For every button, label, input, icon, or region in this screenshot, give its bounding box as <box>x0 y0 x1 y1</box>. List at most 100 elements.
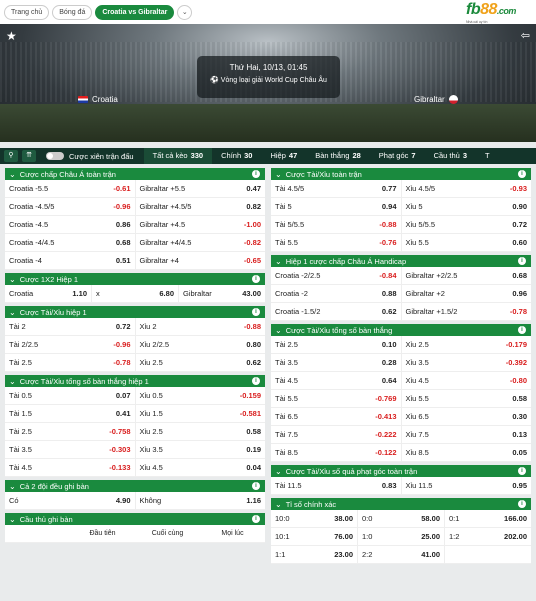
info-icon[interactable]: i <box>252 170 260 178</box>
crumb-football[interactable]: Bóng đá <box>52 4 93 20</box>
info-icon[interactable]: i <box>518 326 526 334</box>
odds-cell[interactable]: Tài 11.5 0.83 <box>271 477 402 494</box>
odds-cell[interactable]: 10:0 38.00 <box>271 510 358 527</box>
odds-cell[interactable]: Gibraltar +1.5/2 -0.78 <box>402 303 532 320</box>
market-panel-header[interactable]: Cược Tài/Xỉu hiệp 1i <box>5 306 265 318</box>
odds-cell[interactable]: Xỉu 8.5 0.05 <box>402 444 532 461</box>
odds-cell[interactable]: Tài 4.5/5 0.77 <box>271 180 402 197</box>
odds-cell[interactable]: Xỉu 0.5 -0.159 <box>136 387 266 404</box>
odds-cell[interactable]: Xỉu 11.5 0.95 <box>402 477 532 494</box>
market-panel-header[interactable]: Cược chấp Châu Á toàn trậni <box>5 168 265 180</box>
tab-0[interactable]: Tất cả kèo 330 <box>143 148 213 164</box>
odds-cell[interactable]: Xỉu 2.5 -0.179 <box>402 336 532 353</box>
market-panel-header[interactable]: Cược 1X2 Hiệp 1i <box>5 273 265 285</box>
odds-cell[interactable]: Gibraltar 43.00 <box>179 285 265 302</box>
tab-4[interactable]: Phạt góc 7 <box>370 148 425 164</box>
odds-cell[interactable]: Xỉu 4.5 -0.80 <box>402 372 532 389</box>
odds-cell[interactable]: Croatia -2/2.5 -0.84 <box>271 267 402 284</box>
info-icon[interactable]: i <box>252 515 260 523</box>
odds-cell[interactable]: Xỉu 3.5 0.19 <box>136 441 266 458</box>
market-panel-header[interactable]: Cầu thủ ghi bàni <box>5 513 265 525</box>
odds-cell[interactable]: Tài 0.5 0.07 <box>5 387 136 404</box>
odds-cell[interactable]: Tài 6.5 -0.413 <box>271 408 402 425</box>
odds-cell[interactable]: Gibraltar +4/4.5 -0.82 <box>136 234 266 251</box>
odds-cell[interactable]: Gibraltar +4 -0.65 <box>136 252 266 269</box>
odds-cell[interactable]: Tài 3.5 -0.303 <box>5 441 136 458</box>
odds-cell[interactable]: Tài 2.5 -0.758 <box>5 423 136 440</box>
info-icon[interactable]: i <box>518 257 526 265</box>
odds-cell[interactable]: Croatia -5.5 -0.61 <box>5 180 136 197</box>
odds-cell[interactable]: Xỉu 2/2.5 0.80 <box>136 336 266 353</box>
odds-cell[interactable]: Xỉu 1.5 -0.581 <box>136 405 266 422</box>
odds-cell[interactable]: Gibraltar +4.5/5 0.82 <box>136 198 266 215</box>
crumb-match[interactable]: Croatia vs Gibraltar <box>95 4 175 20</box>
market-panel-header[interactable]: Cược Tài/Xỉu tổng số bàn thắng hiệp 1i <box>5 375 265 387</box>
tab-5[interactable]: Cầu thủ 3 <box>425 148 476 164</box>
odds-cell[interactable]: Tài 2.5 0.10 <box>271 336 402 353</box>
odds-cell[interactable]: Tài 3.5 0.28 <box>271 354 402 371</box>
chevron-down-icon[interactable]: ⌄ <box>177 4 193 20</box>
parlay-toggle[interactable] <box>46 152 64 160</box>
tab-3[interactable]: Bàn thắng 28 <box>306 148 370 164</box>
odds-cell[interactable]: Tài 2 0.72 <box>5 318 136 335</box>
odds-cell[interactable]: Xỉu 5.5 0.60 <box>402 234 532 251</box>
info-icon[interactable]: i <box>518 500 526 508</box>
odds-cell[interactable]: Tài 2/2.5 -0.96 <box>5 336 136 353</box>
odds-cell[interactable]: Xỉu 7.5 0.13 <box>402 426 532 443</box>
odds-cell[interactable]: Tài 7.5 -0.222 <box>271 426 402 443</box>
odds-cell[interactable]: Tài 1.5 0.41 <box>5 405 136 422</box>
odds-cell[interactable]: Tài 5.5 -0.769 <box>271 390 402 407</box>
odds-cell[interactable]: 0:0 58.00 <box>358 510 445 527</box>
odds-cell[interactable]: Xỉu 4.5/5 -0.93 <box>402 180 532 197</box>
fb88-logo[interactable]: fb88.com Nhà cái uy tín <box>466 1 533 24</box>
odds-cell[interactable]: Gibraltar +4.5 -1.00 <box>136 216 266 233</box>
odds-cell[interactable]: Croatia -4/4.5 0.68 <box>5 234 136 251</box>
market-panel-header[interactable]: Cược Tài/Xỉu số quả phạt góc toàn trậni <box>271 465 531 477</box>
odds-cell[interactable]: Xỉu 3.5 -0.392 <box>402 354 532 371</box>
search-icon[interactable]: ⚲ <box>4 150 18 162</box>
odds-cell[interactable]: Xỉu 4.5 0.04 <box>136 459 266 476</box>
odds-cell[interactable]: Có 4.90 <box>5 492 136 509</box>
info-icon[interactable]: i <box>252 308 260 316</box>
odds-cell[interactable]: Tài 2.5 -0.78 <box>5 354 136 371</box>
odds-cell[interactable]: Xỉu 5 0.90 <box>402 198 532 215</box>
odds-cell[interactable]: Tài 5.5 -0.76 <box>271 234 402 251</box>
odds-cell[interactable]: Tài 5/5.5 -0.88 <box>271 216 402 233</box>
odds-cell[interactable]: Croatia 1.10 <box>5 285 92 302</box>
tab-6[interactable]: T <box>476 148 502 164</box>
odds-cell[interactable]: Gibraltar +2/2.5 0.68 <box>402 267 532 284</box>
odds-cell[interactable]: Croatia -1.5/2 0.62 <box>271 303 402 320</box>
info-icon[interactable]: i <box>518 170 526 178</box>
odds-cell[interactable]: Croatia -4.5 0.86 <box>5 216 136 233</box>
odds-cell[interactable]: Gibraltar +2 0.96 <box>402 285 532 302</box>
info-icon[interactable]: i <box>252 275 260 283</box>
tab-2[interactable]: Hiệp 47 <box>261 148 306 164</box>
odds-cell[interactable]: 1:1 23.00 <box>271 546 358 563</box>
odds-cell[interactable]: 2:2 41.00 <box>358 546 445 563</box>
crumb-home[interactable]: Trang chủ <box>4 4 50 20</box>
odds-cell[interactable]: 1:2 202.00 <box>445 528 531 545</box>
odds-cell[interactable]: 0:1 166.00 <box>445 510 531 527</box>
odds-cell[interactable]: Xỉu 5/5.5 0.72 <box>402 216 532 233</box>
odds-cell[interactable]: Croatia -4.5/5 -0.96 <box>5 198 136 215</box>
odds-cell[interactable]: Xỉu 6.5 0.30 <box>402 408 532 425</box>
odds-cell[interactable]: 1:0 25.00 <box>358 528 445 545</box>
odds-cell[interactable]: Xỉu 2.5 0.62 <box>136 354 266 371</box>
info-icon[interactable]: i <box>518 467 526 475</box>
odds-cell[interactable]: x 6.80 <box>92 285 179 302</box>
tab-1[interactable]: Chính 30 <box>212 148 261 164</box>
odds-cell[interactable]: Xỉu 2 -0.88 <box>136 318 266 335</box>
odds-cell[interactable]: Gibraltar +5.5 0.47 <box>136 180 266 197</box>
odds-cell[interactable]: Không 1.16 <box>136 492 266 509</box>
odds-cell[interactable]: Tài 4.5 0.64 <box>271 372 402 389</box>
odds-cell[interactable]: Croatia -2 0.88 <box>271 285 402 302</box>
market-panel-header[interactable]: Cược Tài/Xỉu toàn trậni <box>271 168 531 180</box>
odds-cell[interactable]: Xỉu 5.5 0.58 <box>402 390 532 407</box>
info-icon[interactable]: i <box>252 377 260 385</box>
market-panel-header[interactable]: Cả 2 đội đều ghi bàni <box>5 480 265 492</box>
odds-cell[interactable]: Croatia -4 0.51 <box>5 252 136 269</box>
odds-cell[interactable]: Tài 4.5 -0.133 <box>5 459 136 476</box>
collapse-all-icon[interactable]: ⇈ <box>22 150 36 162</box>
market-panel-header[interactable]: Cược Tài/Xỉu tổng số bàn thắngi <box>271 324 531 336</box>
odds-cell[interactable]: 10:1 76.00 <box>271 528 358 545</box>
